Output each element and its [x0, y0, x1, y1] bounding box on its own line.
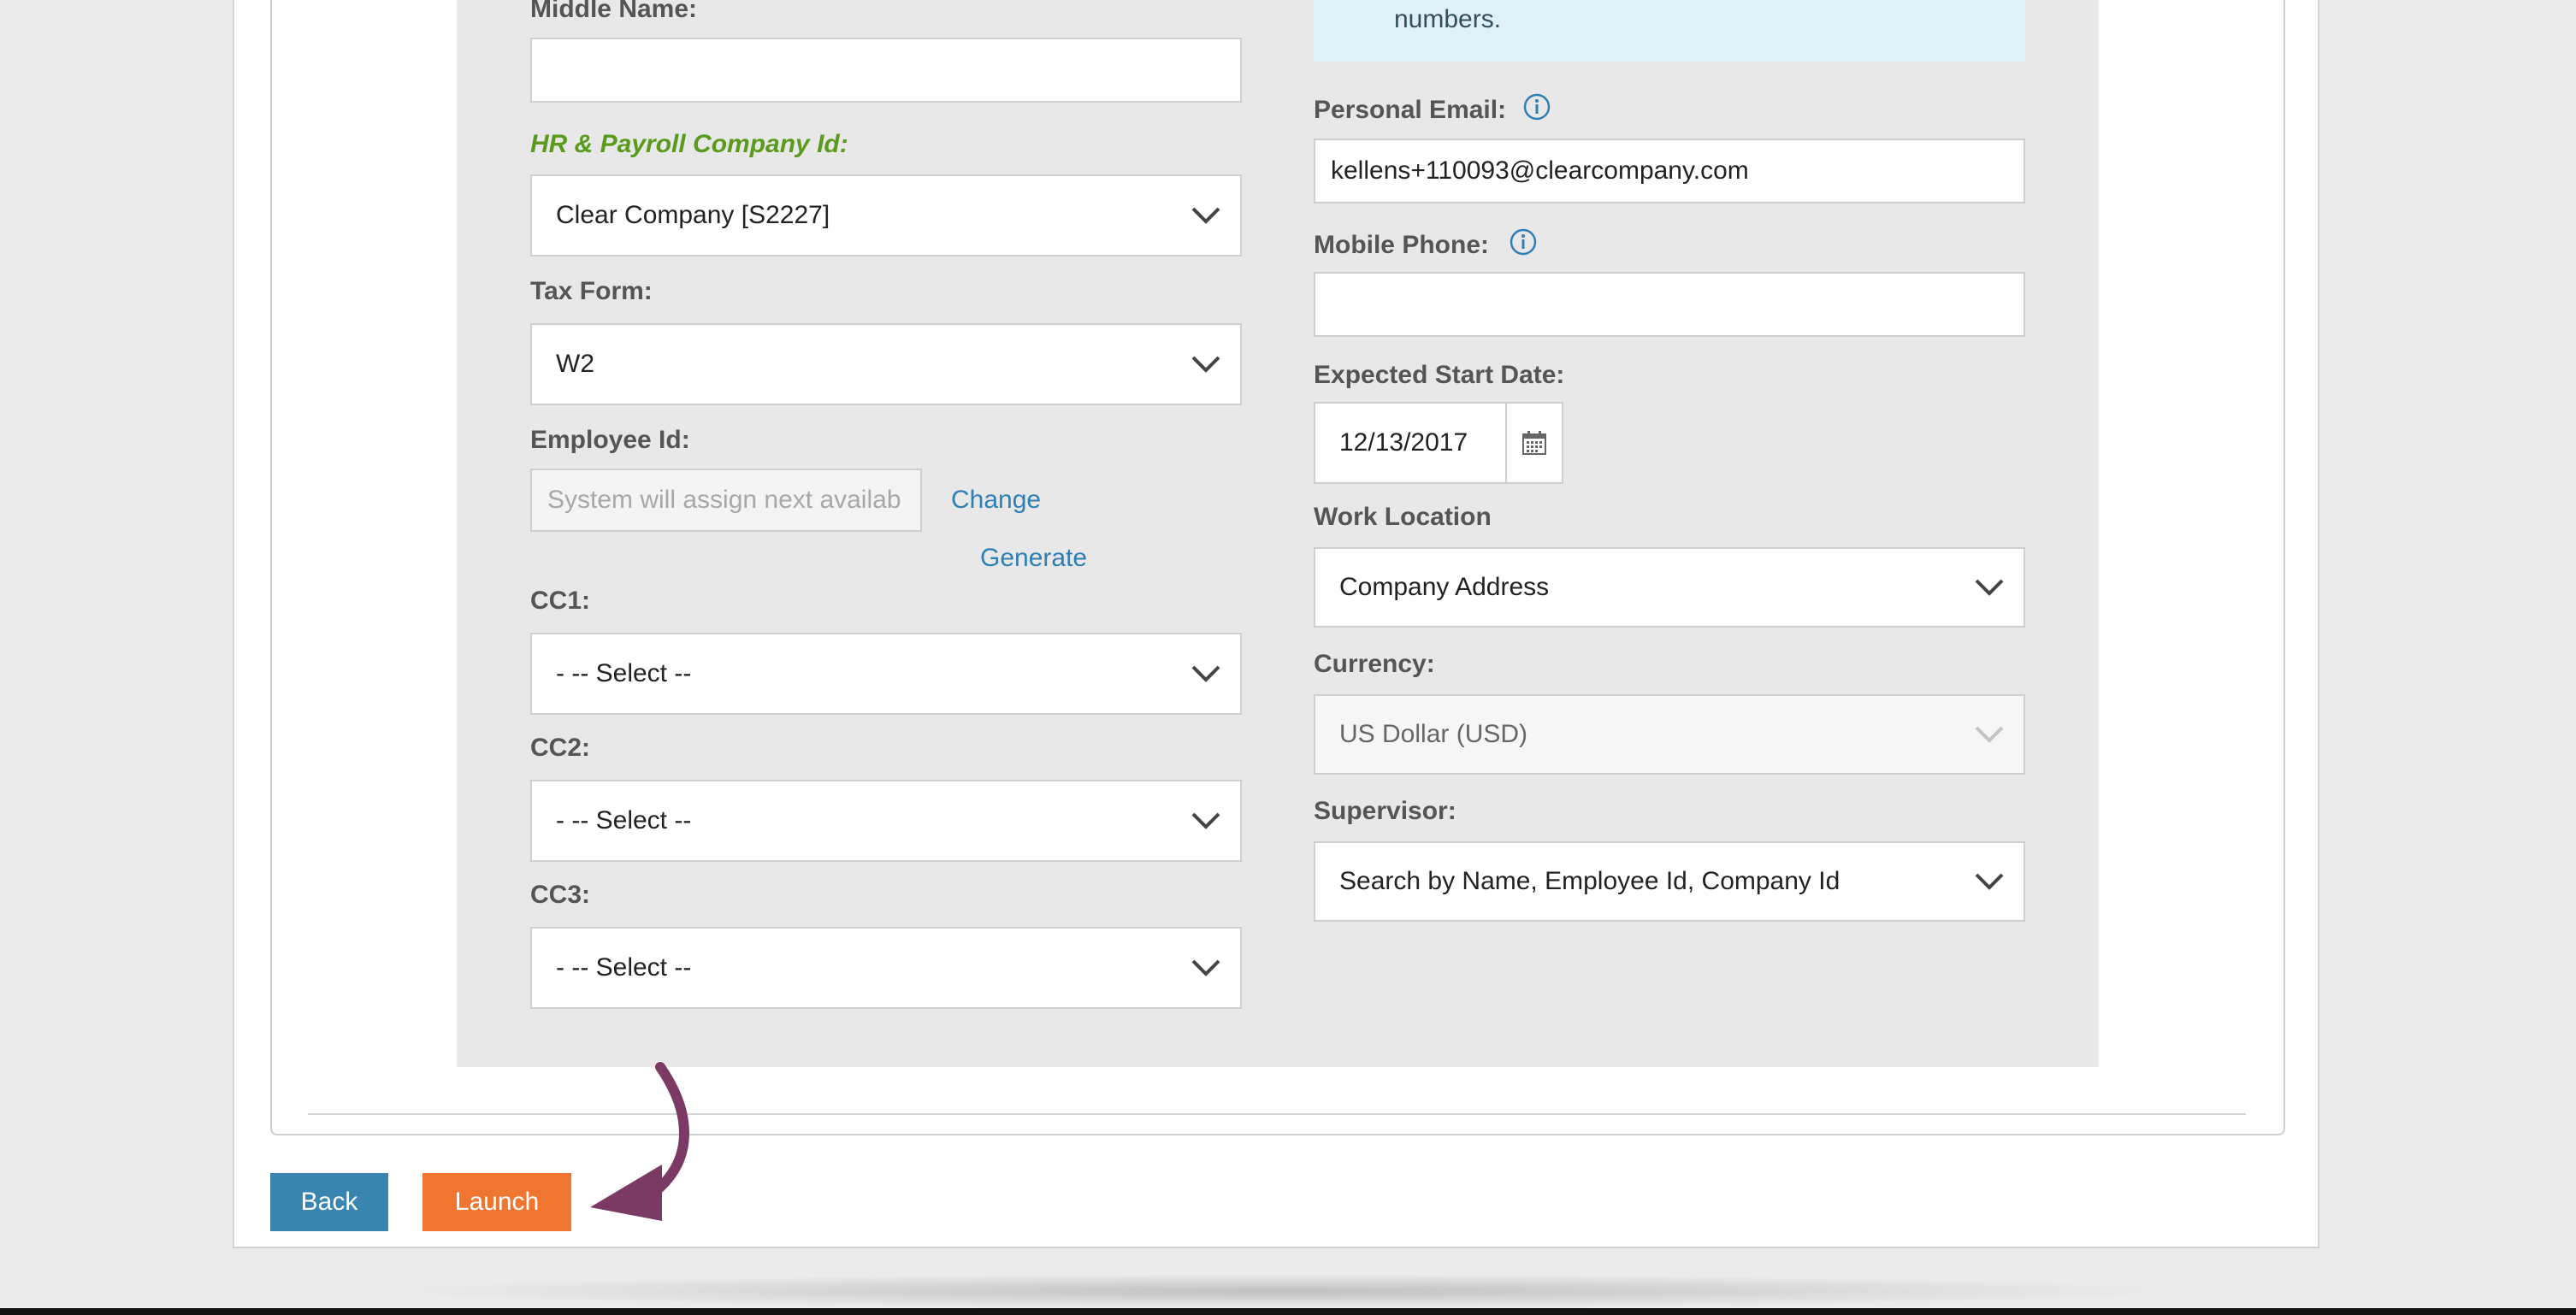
- work-location-label: Work Location: [1314, 503, 1492, 531]
- hr-company-label: HR & Payroll Company Id:: [530, 130, 848, 158]
- cc1-label: CC1:: [530, 587, 591, 615]
- cc1-select[interactable]: - -- Select --: [530, 633, 1242, 715]
- cc3-label: CC3:: [530, 881, 591, 909]
- tax-form-value: W2: [556, 350, 594, 378]
- info-notice: numbers.: [1314, 0, 2025, 62]
- back-button[interactable]: Back: [270, 1173, 388, 1231]
- tax-form-label: Tax Form:: [530, 277, 653, 305]
- chevron-down-icon: [1191, 665, 1220, 682]
- calendar-button[interactable]: [1505, 402, 1563, 484]
- personal-email-input[interactable]: kellens+110093@clearcompany.com: [1314, 139, 2025, 203]
- generate-link[interactable]: Generate: [980, 544, 1087, 573]
- hr-company-select[interactable]: Clear Company [S2227]: [530, 174, 1242, 257]
- chevron-down-icon: [1191, 356, 1220, 373]
- mobile-phone-label: Mobile Phone:: [1314, 231, 1489, 259]
- page-shadow: [376, 1274, 2189, 1308]
- cc1-value: - -- Select --: [556, 659, 692, 687]
- chevron-down-icon: [1975, 726, 2004, 743]
- chevron-down-icon: [1975, 579, 2004, 596]
- employee-id-label: Employee Id:: [530, 426, 690, 454]
- supervisor-label: Supervisor:: [1314, 797, 1456, 825]
- middle-name-input[interactable]: [530, 38, 1242, 103]
- launch-button[interactable]: Launch: [422, 1173, 571, 1231]
- work-location-value: Company Address: [1339, 573, 1550, 601]
- personal-email-label: Personal Email:: [1314, 96, 1507, 124]
- work-location-select[interactable]: Company Address: [1314, 547, 2025, 628]
- currency-label: Currency:: [1314, 650, 1435, 678]
- chevron-down-icon: [1975, 873, 2004, 890]
- cc3-select[interactable]: - -- Select --: [530, 927, 1242, 1009]
- annotation-arrow-icon: [590, 1062, 689, 1221]
- tax-form-select[interactable]: W2: [530, 323, 1242, 405]
- start-date-label: Expected Start Date:: [1314, 361, 1565, 389]
- supervisor-select[interactable]: Search by Name, Employee Id, Company Id: [1314, 841, 2025, 922]
- hr-company-value: Clear Company [S2227]: [556, 201, 830, 229]
- supervisor-value: Search by Name, Employee Id, Company Id: [1339, 867, 1840, 895]
- cc2-select[interactable]: - -- Select --: [530, 780, 1242, 862]
- middle-name-label: Middle Name:: [530, 0, 698, 23]
- employee-id-input[interactable]: System will assign next availab: [530, 469, 922, 532]
- info-circle-icon[interactable]: [1522, 92, 1551, 121]
- cc3-value: - -- Select --: [556, 953, 692, 982]
- mobile-phone-input[interactable]: [1314, 272, 2025, 337]
- change-link[interactable]: Change: [951, 486, 1041, 515]
- info-circle-icon[interactable]: [1509, 227, 1538, 257]
- currency-select: US Dollar (USD): [1314, 694, 2025, 775]
- calendar-icon: [1522, 431, 1546, 455]
- cc2-label: CC2:: [530, 734, 591, 762]
- chevron-down-icon: [1191, 959, 1220, 976]
- chevron-down-icon: [1191, 812, 1220, 829]
- start-date-input[interactable]: 12/13/2017: [1314, 402, 1507, 484]
- chevron-down-icon: [1191, 207, 1220, 224]
- notice-text: numbers.: [1394, 5, 1502, 33]
- cc2-value: - -- Select --: [556, 806, 692, 834]
- currency-value: US Dollar (USD): [1339, 720, 1528, 748]
- bottom-bar: [0, 1308, 2576, 1315]
